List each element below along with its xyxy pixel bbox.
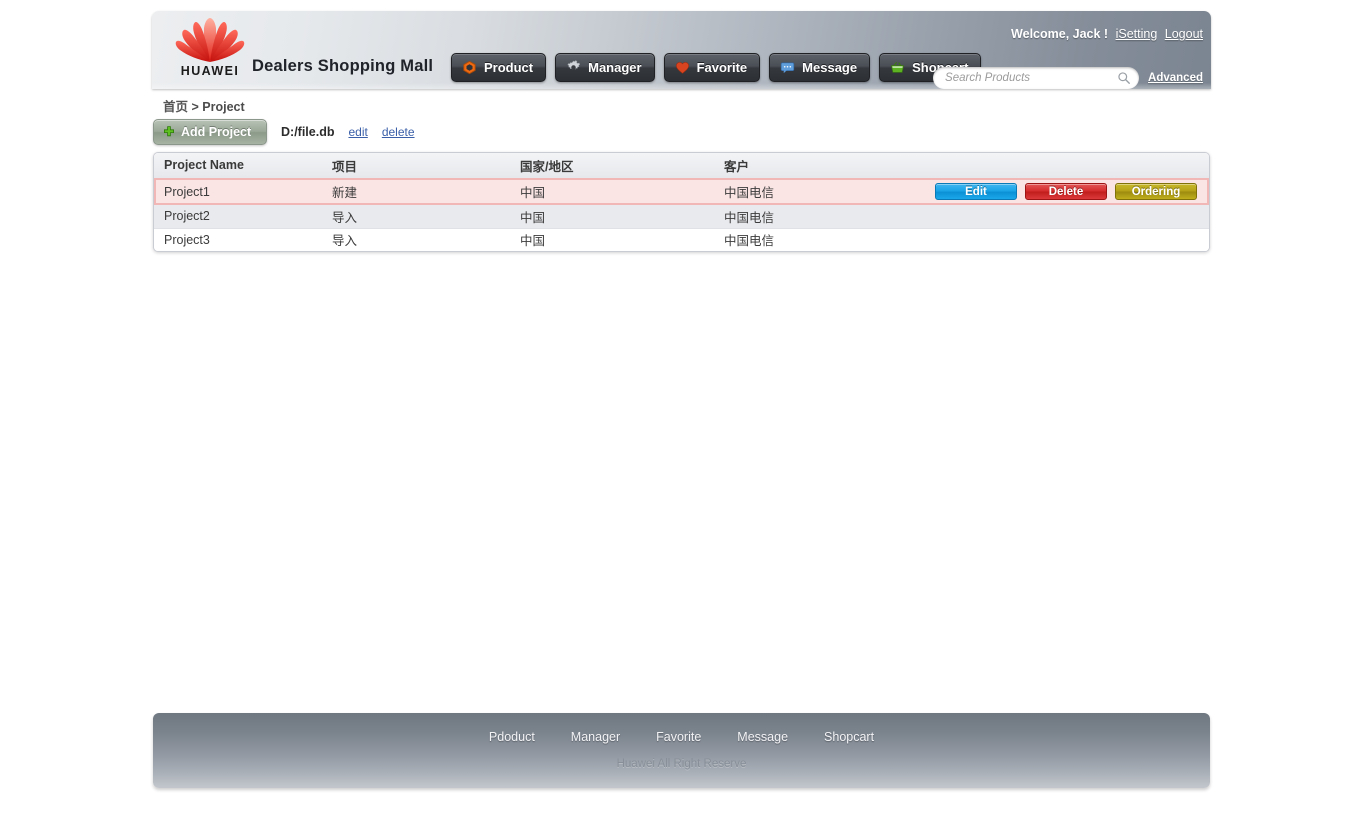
cell-type: 新建 xyxy=(332,186,358,201)
cell-region: 中国 xyxy=(520,186,546,201)
main-nav: Product Manager Favorite Message xyxy=(451,53,982,82)
heart-icon xyxy=(675,62,689,74)
cell-customer: 中国电信 xyxy=(724,234,775,249)
welcome-text: Welcome, Jack ! xyxy=(1011,27,1109,41)
nav-label-product: Product xyxy=(484,60,534,75)
cell-region: 中国 xyxy=(520,205,724,229)
cell-actions: Edit Delete Ordering xyxy=(934,178,1209,205)
logout-link[interactable]: Logout xyxy=(1165,27,1203,41)
cell-project-name: Project2 xyxy=(154,205,332,229)
column-header-project-name[interactable]: Project Name xyxy=(154,153,332,179)
footer-copyright: Huawei All Right Reserve xyxy=(616,758,747,770)
breadcrumb-current: Project xyxy=(202,100,245,114)
add-project-button[interactable]: Add Project xyxy=(153,119,267,145)
projects-table-container: Project Name 项目 国家/地区 客户 Project1 新建 中国 … xyxy=(153,152,1210,252)
footer-link-favorite[interactable]: Favorite xyxy=(656,730,701,744)
ordering-row-button[interactable]: Ordering xyxy=(1115,183,1197,201)
breadcrumb-home[interactable]: 首页 xyxy=(163,100,188,114)
isetting-link[interactable]: iSetting xyxy=(1116,27,1158,41)
footer-link-manager[interactable]: Manager xyxy=(571,730,620,744)
footer-link-message[interactable]: Message xyxy=(737,730,788,744)
nav-label-favorite: Favorite xyxy=(696,60,748,75)
breadcrumb-separator: > xyxy=(191,100,199,114)
projects-table: Project Name 项目 国家/地区 客户 Project1 新建 中国 … xyxy=(154,153,1209,251)
table-row[interactable]: Project2 导入 中国 中国电信 xyxy=(154,205,1209,229)
nav-label-message: Message xyxy=(802,60,858,75)
column-header-actions xyxy=(934,153,1209,179)
edit-db-link[interactable]: edit xyxy=(348,125,367,139)
speech-bubble-icon xyxy=(780,62,795,74)
breadcrumb: 首页 > Project xyxy=(163,96,245,115)
table-row[interactable]: Project1 新建 中国 中国电信 Edit Delete Ordering xyxy=(154,178,1209,205)
welcome-bar: Welcome, Jack ! iSetting Logout xyxy=(1011,27,1203,41)
search-input[interactable] xyxy=(945,67,1116,89)
nav-label-manager: Manager xyxy=(588,60,642,75)
hexagon-icon xyxy=(463,60,476,75)
cell-region: 中国 xyxy=(520,234,546,249)
huawei-wordmark: HUAWEI xyxy=(180,64,240,78)
column-header-customer[interactable]: 客户 xyxy=(724,153,934,179)
table-head: Project Name 项目 国家/地区 客户 xyxy=(154,153,1209,179)
edit-row-button[interactable]: Edit xyxy=(935,183,1017,201)
table-body: Project1 新建 中国 中国电信 Edit Delete Ordering… xyxy=(154,178,1209,251)
table-header-row: Project Name 项目 国家/地区 客户 xyxy=(154,153,1209,179)
footer-link-product[interactable]: Pdoduct xyxy=(489,730,535,744)
cell-customer: 中国电信 xyxy=(724,186,775,201)
huawei-flower-icon xyxy=(175,18,245,62)
delete-db-link[interactable]: delete xyxy=(382,125,415,139)
basket-icon xyxy=(891,61,904,73)
column-header-type[interactable]: 项目 xyxy=(332,153,520,179)
cell-project-name: Project1 xyxy=(164,184,210,199)
footer-link-shopcart[interactable]: Shopcart xyxy=(824,730,874,744)
add-project-label: Add Project xyxy=(181,125,252,139)
site-brand-title: Dealers Shopping Mall xyxy=(252,57,434,75)
search-area: Advanced xyxy=(933,67,1203,89)
nav-button-product[interactable]: Product xyxy=(451,53,547,82)
page-toolbar: Add Project D:/file.db edit delete xyxy=(153,119,415,145)
advanced-search-link[interactable]: Advanced xyxy=(1148,72,1203,84)
cell-actions xyxy=(934,228,1209,251)
table-row[interactable]: Project3 导入 中国 中国电信 xyxy=(154,228,1209,251)
page-root: HUAWEI Dealers Shopping Mall Product Man… xyxy=(0,0,1366,829)
site-footer: Pdoduct Manager Favorite Message Shopcar… xyxy=(153,713,1210,788)
nav-button-favorite[interactable]: Favorite xyxy=(663,53,761,82)
nav-button-manager[interactable]: Manager xyxy=(555,53,655,82)
plus-icon xyxy=(164,126,174,137)
db-path-text: D:/file.db xyxy=(281,125,335,139)
site-header: HUAWEI Dealers Shopping Mall Product Man… xyxy=(152,11,1211,89)
cell-type: 导入 xyxy=(332,234,358,249)
nav-button-message[interactable]: Message xyxy=(769,53,871,82)
row-action-group: Edit Delete Ordering xyxy=(934,183,1209,201)
search-icon[interactable] xyxy=(1117,71,1131,85)
cell-customer: 中国电信 xyxy=(724,205,934,229)
huawei-logo: HUAWEI xyxy=(168,16,252,84)
cell-actions xyxy=(934,205,1209,229)
search-box[interactable] xyxy=(933,67,1140,89)
gear-icon xyxy=(567,60,581,70)
delete-row-button[interactable]: Delete xyxy=(1025,183,1107,201)
column-header-region[interactable]: 国家/地区 xyxy=(520,153,724,179)
cell-project-name: Project3 xyxy=(164,232,210,247)
footer-links: Pdoduct Manager Favorite Message Shopcar… xyxy=(153,730,1210,744)
cell-type: 导入 xyxy=(332,205,520,229)
